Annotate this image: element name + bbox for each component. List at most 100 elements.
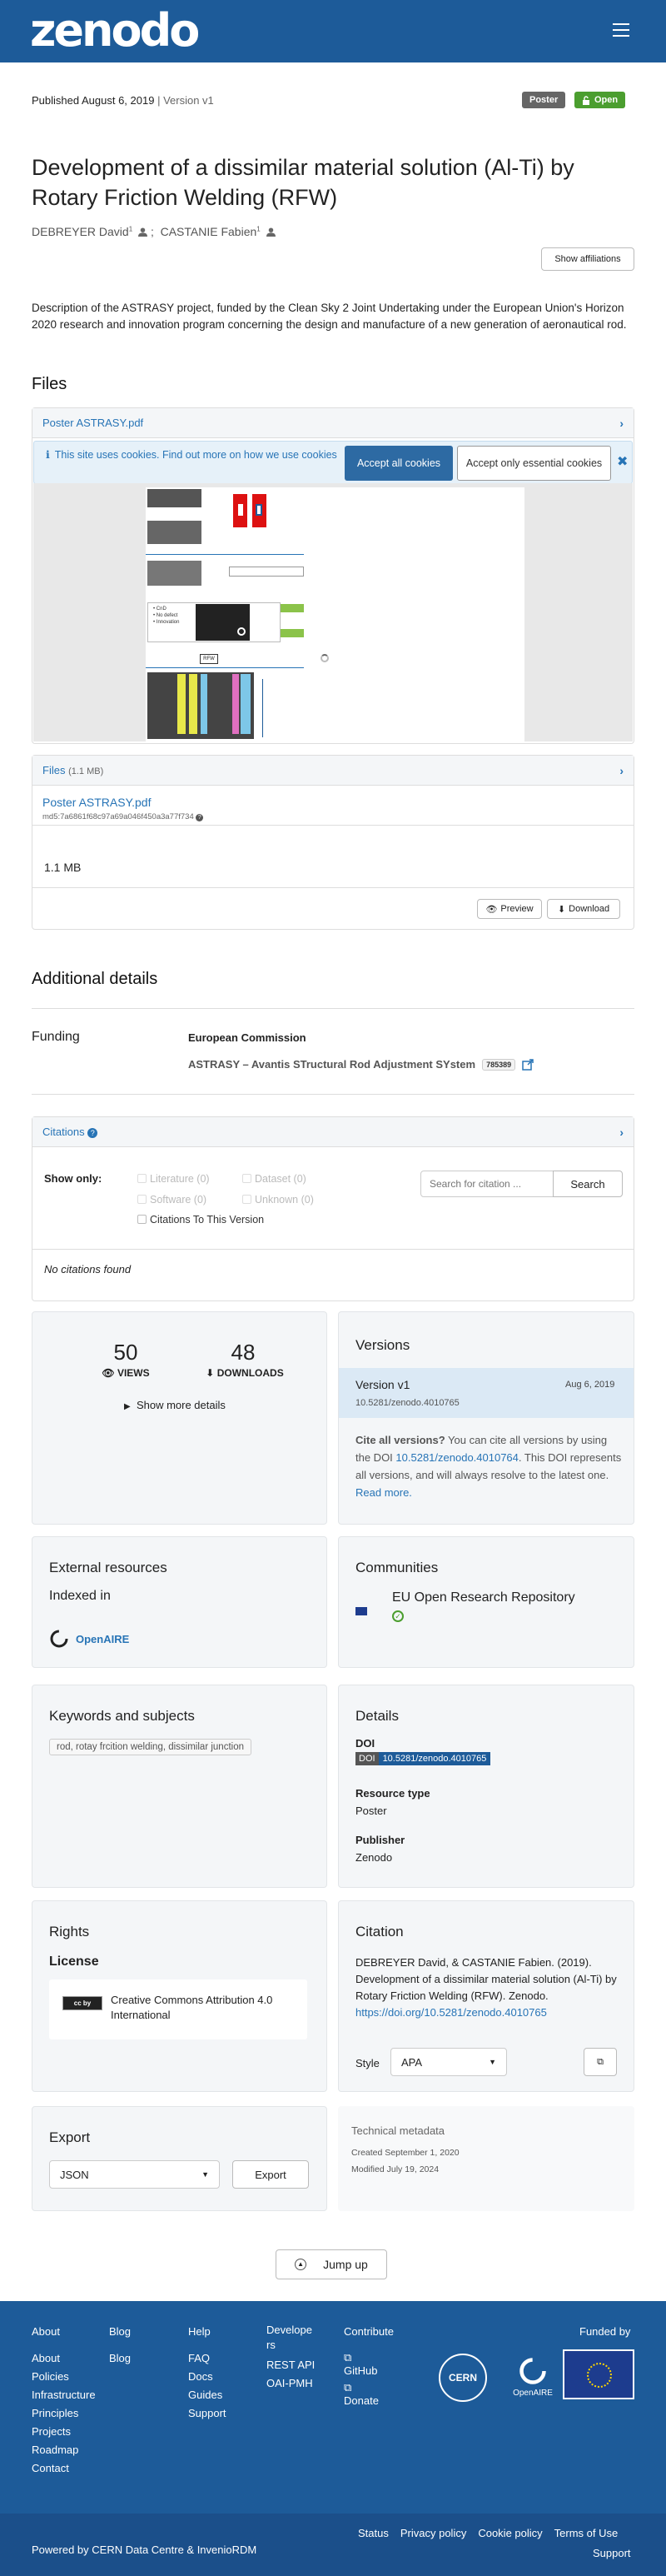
footer-link[interactable]: Guides: [188, 2386, 226, 2404]
footer-link[interactable]: Principles: [32, 2404, 96, 2423]
filter-literature[interactable]: Literature (0): [137, 1173, 210, 1185]
communities-title: Communities: [355, 1560, 439, 1575]
footer-link[interactable]: OAI-PMH: [266, 2374, 315, 2393]
filter-dataset[interactable]: Dataset (0): [242, 1173, 306, 1185]
license-name[interactable]: Creative Commons Attribution 4.0 Interna…: [111, 1993, 294, 2023]
filter-this-version[interactable]: Citations To This Version: [137, 1214, 264, 1226]
grant-line: ASTRASY – Avantis STructural Rod Adjustm…: [188, 1058, 534, 1071]
poster-bullet: Innovation: [156, 620, 180, 625]
cookie-policy-link[interactable]: Cookie policy: [478, 2527, 542, 2539]
open-access-badge: Open: [574, 92, 626, 108]
published-date: Published August 6, 2019: [32, 94, 155, 107]
close-icon[interactable]: ✖: [617, 453, 628, 470]
filter-unknown[interactable]: Unknown (0): [242, 1194, 314, 1206]
doi-badge-value[interactable]: 10.5281/zenodo.4010765: [378, 1752, 491, 1765]
poster-photo: [147, 489, 201, 507]
terms-of-use-link[interactable]: Terms of Use: [554, 2527, 619, 2539]
poster-mark: [238, 504, 243, 516]
keyword-tag[interactable]: rod, rotay frcition welding, dissimilar …: [49, 1739, 251, 1755]
info-icon: ℹ: [46, 449, 50, 461]
affiliation-marker: 1: [128, 225, 133, 233]
help-icon[interactable]: ?: [87, 1128, 98, 1138]
preview-file-name[interactable]: Poster ASTRASY.pdf: [42, 417, 143, 429]
footer-link[interactable]: Roadmap: [32, 2441, 96, 2459]
rights-panel: Rights License cc by Creative Commons At…: [32, 1900, 327, 2092]
accept-essential-cookies-button[interactable]: Accept only essential cookies: [457, 446, 611, 481]
footer-link[interactable]: Blog: [109, 2349, 131, 2368]
citation-style-select[interactable]: APA ▼: [390, 2048, 507, 2076]
support-link[interactable]: Support: [593, 2547, 631, 2559]
status-link[interactable]: Status: [358, 2527, 389, 2539]
details-title: Details: [355, 1708, 399, 1724]
doi-label: DOI: [355, 1737, 375, 1750]
checkbox[interactable]: [137, 1174, 147, 1183]
download-icon: ⬇: [206, 1367, 215, 1379]
footer-link[interactable]: Support: [188, 2404, 226, 2423]
indexed-in-label: Indexed in: [49, 1589, 111, 1603]
copy-citation-button[interactable]: ⧉: [584, 2048, 617, 2076]
download-button[interactable]: ⬇ Download: [547, 899, 620, 919]
cookie-text[interactable]: This site uses cookies. Find out more on…: [55, 449, 337, 461]
export-button[interactable]: Export: [232, 2160, 309, 2189]
file-link[interactable]: Poster ASTRASY.pdf: [42, 796, 624, 809]
show-affiliations-button[interactable]: Show affiliations: [541, 247, 634, 271]
poster-green-bar: [281, 629, 304, 637]
github-link[interactable]: ⧉ GitHub: [344, 2351, 394, 2378]
versions-panel: Versions Version v1 Aug 6, 2019 10.5281/…: [338, 1311, 634, 1525]
openaire-link[interactable]: OpenAIRE: [49, 1629, 129, 1649]
preview-header[interactable]: Poster ASTRASY.pdf ›: [32, 408, 634, 438]
help-icon[interactable]: ?: [196, 814, 204, 821]
doi-badge[interactable]: DOI 10.5281/zenodo.4010765: [355, 1752, 491, 1765]
poster-photo: [147, 521, 201, 544]
version-name[interactable]: Version v1: [355, 1378, 410, 1391]
community-name[interactable]: EU Open Research Repository: [392, 1590, 575, 1605]
powered-by-text[interactable]: Powered by CERN Data Centre & InvenioRDM: [32, 2544, 256, 2556]
author-name[interactable]: DEBREYER David: [32, 225, 129, 238]
grant-title: ASTRASY – Avantis STructural Rod Adjustm…: [188, 1058, 476, 1071]
read-more-link[interactable]: Read more.: [355, 1486, 412, 1499]
jump-up-button[interactable]: ▲ Jump up: [276, 2249, 387, 2279]
caret-down-icon: ▼: [201, 2170, 209, 2179]
resource-type-value: Poster: [355, 1805, 387, 1817]
footer-link[interactable]: Contact: [32, 2459, 96, 2478]
footer-link[interactable]: FAQ: [188, 2349, 226, 2368]
poster-yellow-band: [177, 674, 186, 734]
export-format-select[interactable]: JSON ▼: [49, 2160, 220, 2189]
checkbox[interactable]: [242, 1195, 251, 1204]
citation-doi-link[interactable]: https://doi.org/10.5281/zenodo.4010765: [355, 2006, 547, 2019]
preview-button[interactable]: 👁 Preview: [477, 899, 542, 919]
openaire-footer-logo[interactable]: OpenAIRE: [508, 2356, 558, 2398]
footer-link[interactable]: Policies: [32, 2368, 96, 2386]
divider: [32, 1249, 634, 1250]
checkbox[interactable]: [137, 1195, 147, 1204]
footer-link[interactable]: Infrastructure: [32, 2386, 96, 2404]
filter-software[interactable]: Software (0): [137, 1194, 206, 1206]
version-row-current[interactable]: Version v1 Aug 6, 2019 10.5281/zenodo.40…: [339, 1368, 634, 1418]
versions-title: Versions: [355, 1337, 410, 1353]
footer-link[interactable]: REST API: [266, 2356, 315, 2374]
external-link-icon[interactable]: [522, 1058, 534, 1071]
footer-link[interactable]: Docs: [188, 2368, 226, 2386]
files-label[interactable]: Files: [42, 764, 65, 776]
citation-search-button[interactable]: Search: [553, 1171, 623, 1197]
footer-link[interactable]: About: [32, 2349, 96, 2368]
show-more-details-toggle[interactable]: ▶ Show more details: [124, 1399, 226, 1411]
footer-link[interactable]: Projects: [32, 2423, 96, 2441]
citations-label[interactable]: Citations: [42, 1126, 85, 1138]
author-name[interactable]: CASTANIE Fabien: [161, 225, 257, 238]
concept-doi-link[interactable]: 10.5281/zenodo.4010764: [395, 1451, 518, 1464]
checkbox[interactable]: [242, 1174, 251, 1183]
poster-blue-band: [201, 674, 207, 734]
files-list-header[interactable]: Files (1.1 MB) ›: [32, 756, 634, 786]
citation-search-input[interactable]: [420, 1171, 554, 1197]
privacy-policy-link[interactable]: Privacy policy: [400, 2527, 466, 2539]
accept-all-cookies-button[interactable]: Accept all cookies: [345, 446, 453, 481]
export-format-value: JSON: [60, 2168, 89, 2181]
citations-header[interactable]: Citations ? ›: [32, 1117, 634, 1147]
checkbox[interactable]: [137, 1215, 147, 1224]
donate-link[interactable]: ⧉ Donate: [344, 2381, 394, 2408]
menu-icon[interactable]: [613, 23, 629, 37]
license-card[interactable]: cc by Creative Commons Attribution 4.0 I…: [49, 1979, 307, 2039]
cern-logo[interactable]: CERN: [439, 2354, 487, 2402]
zenodo-logo[interactable]: zenodo: [30, 7, 200, 55]
